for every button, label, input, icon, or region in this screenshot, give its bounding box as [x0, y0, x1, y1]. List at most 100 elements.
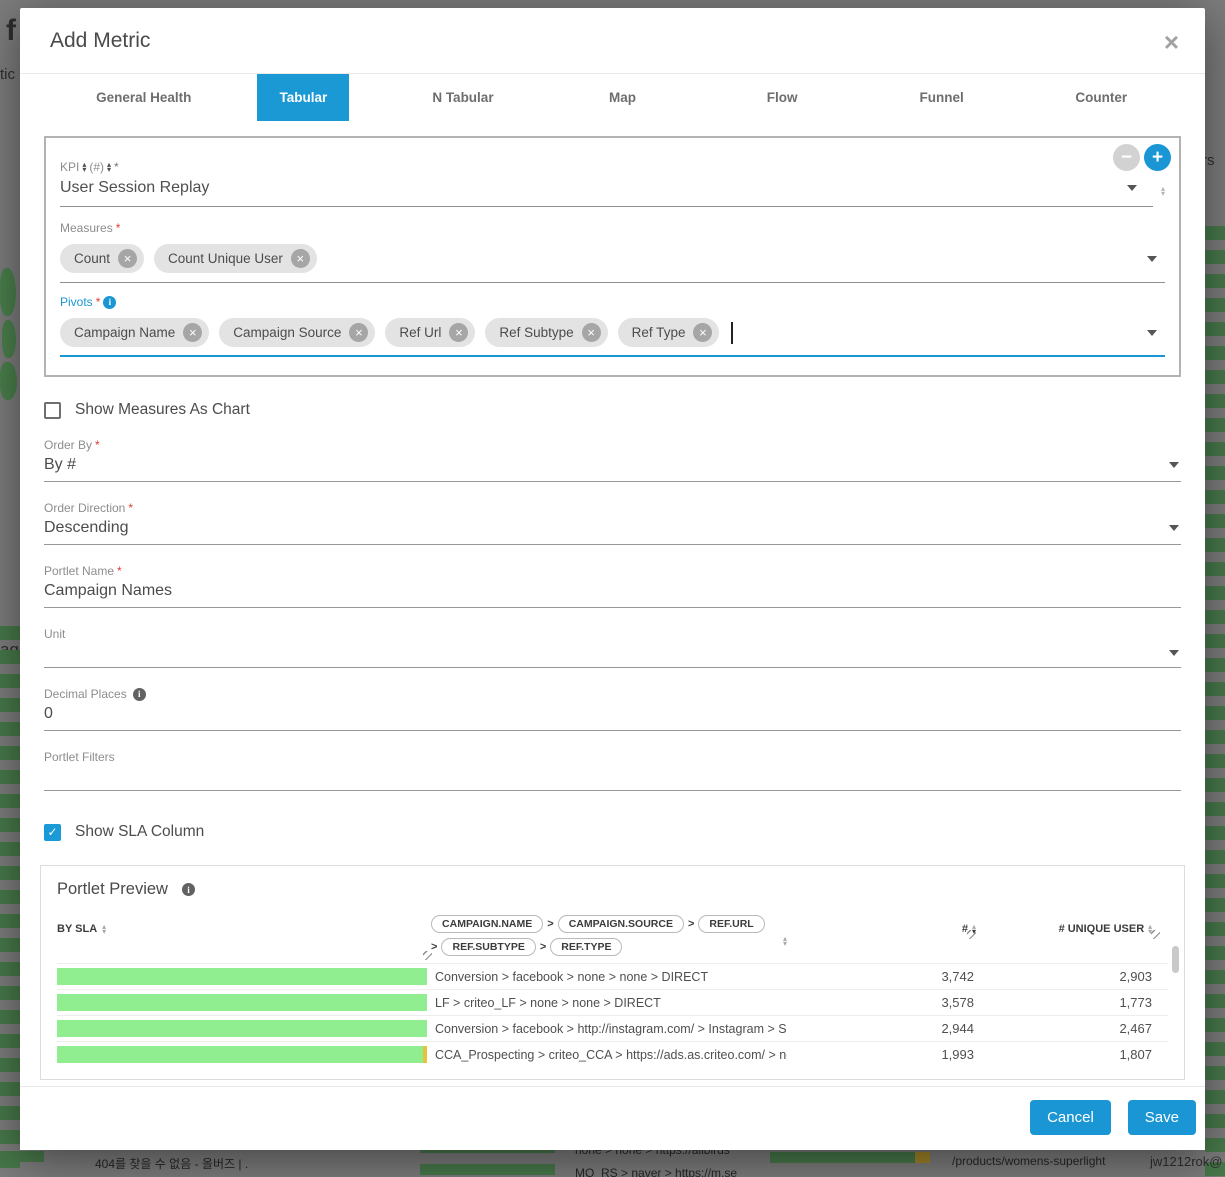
show-measures-as-chart-row: Show Measures As Chart — [44, 401, 1181, 419]
sort-toggle-icon[interactable]: ▴▾ — [82, 162, 86, 172]
column-header-count[interactable]: # ▴▾ — [791, 915, 976, 935]
save-button[interactable]: Save — [1128, 1100, 1196, 1135]
remove-chip-icon[interactable]: × — [349, 323, 368, 342]
pivot-chip: Ref Type × — [618, 318, 720, 347]
remove-chip-icon[interactable]: × — [291, 249, 310, 268]
info-icon[interactable]: i — [182, 883, 195, 896]
tab-tabular[interactable]: Tabular — [224, 74, 384, 121]
remove-chip-icon[interactable]: × — [449, 323, 468, 342]
pivot-pill: REF.TYPE — [550, 938, 622, 956]
tab-general-health[interactable]: General Health — [64, 74, 224, 121]
sort-icon[interactable]: ▴▾ — [102, 924, 106, 934]
remove-chip-icon[interactable]: × — [118, 249, 137, 268]
order-direction-field: Order Direction* Descending — [44, 501, 1181, 545]
scrollbar-thumb[interactable] — [1172, 946, 1179, 973]
background-partial-title: f — [6, 14, 16, 48]
kpi-field-label: KPI ▴▾ (#) ▴▾ * — [60, 160, 1165, 174]
pivots-multiselect[interactable]: Campaign Name × Campaign Source × Ref Ur… — [60, 311, 1165, 357]
chevron-down-icon — [1127, 185, 1137, 191]
add-kpi-button[interactable]: + — [1144, 144, 1171, 171]
measure-chip: Count × — [60, 244, 144, 273]
unit-field: Unit — [44, 627, 1181, 668]
table-row: Conversion > facebook > http://instagram… — [57, 1015, 1168, 1041]
close-icon[interactable]: × — [1164, 32, 1179, 52]
chevron-down-icon — [1147, 256, 1157, 262]
portlet-filters-field: Portlet Filters — [44, 750, 1181, 791]
tab-flow[interactable]: Flow — [702, 74, 862, 121]
info-icon[interactable]: i — [133, 688, 146, 701]
portlet-name-input[interactable]: Campaign Names — [44, 578, 1181, 608]
tab-funnel[interactable]: Funnel — [862, 74, 1022, 121]
column-header-unique-user[interactable]: # UNIQUE USER ▴▾ — [976, 915, 1152, 935]
pivot-chip: Ref Subtype × — [485, 318, 607, 347]
show-sla-column-checkbox[interactable]: ✓ — [44, 824, 61, 841]
column-header-by-sla[interactable]: BY SLA ▴▾ — [57, 915, 423, 935]
row-pivot-path: Conversion > facebook > none > none > DI… — [427, 970, 787, 984]
unit-select[interactable] — [44, 641, 1181, 668]
column-resize-handle[interactable] — [967, 930, 976, 939]
portlet-filters-input[interactable] — [44, 764, 1181, 791]
background-sla-bar — [0, 1151, 44, 1162]
background-sla-bar-with-warning — [770, 1152, 930, 1163]
cancel-button[interactable]: Cancel — [1030, 1100, 1111, 1135]
measures-multiselect[interactable]: Count × Count Unique User × — [60, 237, 1165, 283]
dialog-header: Add Metric × — [20, 8, 1205, 74]
remove-chip-icon[interactable]: × — [582, 323, 601, 342]
column-resize-handle[interactable] — [423, 951, 432, 960]
sla-bar — [57, 1020, 427, 1037]
add-metric-dialog: Add Metric × General Health Tabular N Ta… — [20, 8, 1205, 1150]
row-pivot-path: CCA_Prospecting > criteo_CCA > https://a… — [427, 1048, 787, 1062]
remove-chip-icon[interactable]: × — [693, 323, 712, 342]
measures-field-label: Measures* — [60, 221, 1165, 235]
remove-kpi-button[interactable]: − — [1113, 144, 1140, 171]
column-resize-handle[interactable] — [1151, 930, 1160, 939]
chevron-down-icon — [1169, 462, 1179, 468]
tab-n-tabular[interactable]: N Tabular — [383, 74, 543, 121]
kpi-selected-value: User Session Replay — [60, 179, 209, 197]
portlet-preview-title: Portlet Preview — [57, 880, 168, 899]
kpi-config-panel: − + KPI ▴▾ (#) ▴▾ * User Session Replay … — [44, 136, 1181, 377]
pivot-pill: REF.SUBTYPE — [441, 938, 535, 956]
chevron-down-icon — [1147, 330, 1157, 336]
background-row-text: jw1212rok@ — [1150, 1154, 1222, 1169]
row-pivot-path: LF > criteo_LF > none > none > DIRECT — [427, 996, 787, 1010]
row-count: 3,742 — [787, 969, 974, 984]
pivot-chip: Campaign Source × — [219, 318, 375, 347]
row-count: 3,578 — [787, 995, 974, 1010]
portlet-name-field: Portlet Name* Campaign Names — [44, 564, 1181, 608]
pivots-field-label: Pivots* i — [60, 295, 1165, 309]
remove-chip-icon[interactable]: × — [183, 323, 202, 342]
order-direction-select[interactable]: Descending — [44, 515, 1181, 545]
dialog-title: Add Metric — [50, 29, 150, 53]
metric-type-tabs: General Health Tabular N Tabular Map Flo… — [20, 74, 1205, 121]
show-measures-as-chart-checkbox[interactable] — [44, 402, 61, 419]
sort-icon[interactable]: ▴▾ — [783, 936, 787, 946]
show-sla-column-row: ✓ Show SLA Column — [44, 823, 1181, 841]
background-sla-yellow-segment — [915, 1152, 930, 1163]
row-unique-count: 1,773 — [974, 995, 1152, 1010]
measure-chip: Count Unique User × — [154, 244, 317, 273]
chevron-down-icon — [1169, 650, 1179, 656]
kpi-select[interactable]: User Session Replay — [60, 174, 1153, 207]
decimal-places-input[interactable]: 0 — [44, 701, 1181, 731]
pivot-chip: Campaign Name × — [60, 318, 209, 347]
portlet-preview-panel: Portlet Preview i BY SLA ▴▾ CAMPAIGN.NAM… — [40, 865, 1185, 1080]
preview-table-header: BY SLA ▴▾ CAMPAIGN.NAME > CAMPAIGN.SOURC… — [57, 915, 1168, 963]
order-by-field: Order By* By # — [44, 438, 1181, 482]
background-sla-bars-right — [1205, 226, 1225, 1177]
tab-counter[interactable]: Counter — [1021, 74, 1181, 121]
row-unique-count: 1,807 — [974, 1047, 1152, 1062]
table-row: Conversion > facebook > none > none > DI… — [57, 963, 1168, 989]
info-icon[interactable]: i — [103, 296, 116, 309]
row-unique-count: 2,467 — [974, 1021, 1152, 1036]
row-count: 2,944 — [787, 1021, 974, 1036]
tab-map[interactable]: Map — [543, 74, 703, 121]
sort-toggle-icon[interactable]: ▴▾ — [107, 162, 111, 172]
background-map-shape — [0, 268, 18, 400]
row-unique-count: 2,903 — [974, 969, 1152, 984]
text-cursor — [731, 322, 733, 344]
order-by-select[interactable]: By # — [44, 452, 1181, 482]
column-header-pivots[interactable]: CAMPAIGN.NAME > CAMPAIGN.SOURCE > REF.UR… — [423, 915, 791, 956]
row-count: 1,993 — [787, 1047, 974, 1062]
stepper-icon[interactable]: ▴▾ — [1161, 186, 1165, 196]
